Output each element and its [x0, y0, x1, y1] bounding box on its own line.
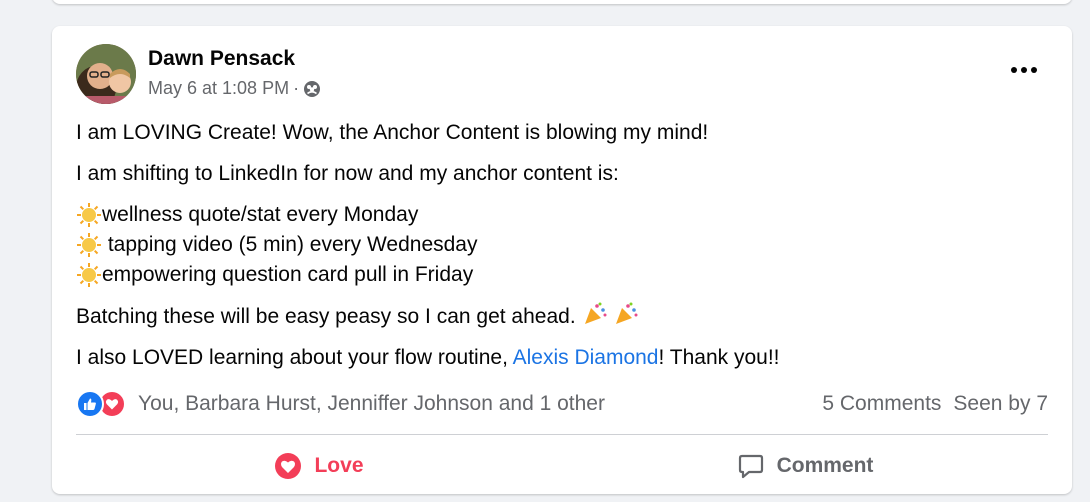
comments-count[interactable]: 5 Comments [822, 392, 941, 416]
list-item-text: empowering question card pull in Friday [102, 263, 474, 286]
post-card: Dawn Pensack May 6 at 1:08 PM · I am LOV… [52, 26, 1072, 494]
party-popper-icon [616, 302, 638, 324]
reaction-names[interactable]: You, Barbara Hurst, Jenniffer Johnson an… [138, 392, 605, 416]
engagement-counts: 5 Comments Seen by 7 [822, 388, 1048, 420]
list-item: tapping video (5 min) every Wednesday [76, 230, 1046, 260]
love-label: Love [314, 454, 364, 477]
group-icon[interactable] [303, 80, 321, 98]
comment-button[interactable]: Comment [562, 446, 1048, 486]
dot-icon [1021, 67, 1027, 73]
post-meta: May 6 at 1:08 PM · [148, 78, 321, 99]
reaction-summary[interactable]: You, Barbara Hurst, Jenniffer Johnson an… [76, 388, 605, 420]
post-timestamp[interactable]: May 6 at 1:08 PM [148, 78, 289, 99]
avatar[interactable] [76, 44, 136, 104]
post-paragraph: I am LOVING Create! Wow, the Anchor Cont… [76, 121, 709, 144]
dot-icon [1031, 67, 1037, 73]
post-paragraph: I also LOVED learning about your flow ro… [76, 343, 1046, 373]
post-paragraph: I am shifting to LinkedIn for now and my… [76, 162, 619, 185]
list-item-text: tapping video (5 min) every Wednesday [102, 233, 478, 256]
anchor-content-list: wellness quote/stat every Monday tapping… [76, 200, 1046, 290]
post-actions: Love Comment [76, 446, 1048, 486]
post-text: Batching these will be easy peasy so I c… [76, 305, 576, 328]
post-text: I also LOVED learning about your flow ro… [76, 346, 513, 369]
comment-label: Comment [776, 454, 874, 477]
like-icon [76, 390, 104, 418]
mention-link[interactable]: Alexis Diamond [513, 346, 659, 369]
dot-icon [1011, 67, 1017, 73]
post-body: I am LOVING Create! Wow, the Anchor Cont… [76, 118, 1046, 384]
divider [76, 434, 1048, 435]
list-item: empowering question card pull in Friday [76, 260, 1046, 290]
list-item: wellness quote/stat every Monday [76, 200, 1046, 230]
party-popper-icon [584, 302, 606, 324]
more-options-button[interactable] [1006, 56, 1042, 84]
heart-icon [275, 453, 302, 479]
sun-emoji-icon [77, 233, 101, 257]
post-paragraph: Batching these will be easy peasy so I c… [76, 301, 1046, 332]
comment-icon [738, 454, 763, 479]
seen-by-count[interactable]: Seen by 7 [953, 392, 1048, 416]
sun-emoji-icon [77, 203, 101, 227]
list-item-text: wellness quote/stat every Monday [102, 203, 419, 226]
meta-separator: · [293, 78, 300, 98]
reaction-icons [76, 390, 126, 418]
sun-emoji-icon [77, 263, 101, 287]
love-button[interactable]: Love [76, 446, 562, 486]
post-text: ! Thank you!! [658, 346, 780, 369]
previous-post-card [52, 0, 1072, 4]
author-name[interactable]: Dawn Pensack [148, 47, 295, 71]
